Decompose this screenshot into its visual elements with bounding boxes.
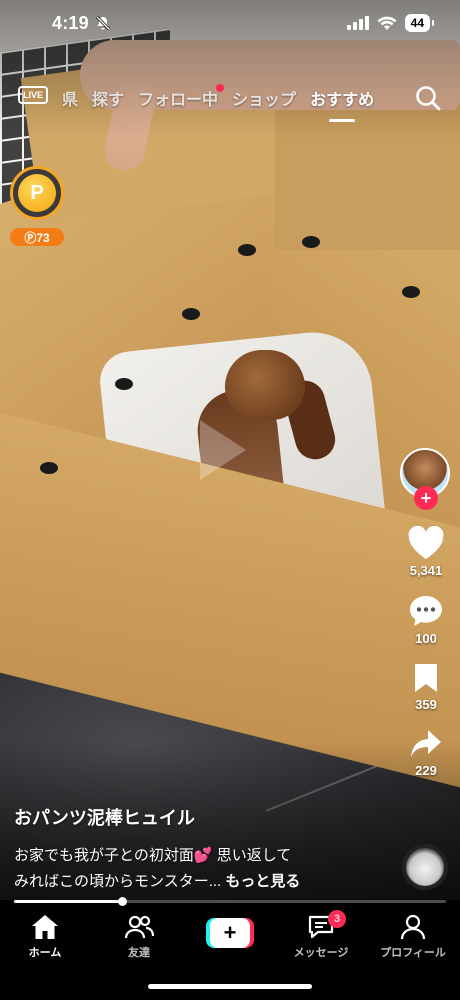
tab-friends[interactable]: 友達 xyxy=(94,914,184,960)
heart-icon xyxy=(408,526,444,559)
battery-icon: 44 xyxy=(404,14,435,32)
video-box-hole xyxy=(302,236,320,248)
tab-friends-label: 友達 xyxy=(128,947,150,959)
play-icon xyxy=(200,420,246,480)
video-puppy-head xyxy=(225,350,305,420)
coin-icon: P xyxy=(18,174,56,212)
save-count: 359 xyxy=(415,697,437,712)
share-icon xyxy=(411,730,441,757)
tab-profile-label: プロフィール xyxy=(380,947,446,959)
status-time: 4:19 xyxy=(52,12,89,33)
signal-icon xyxy=(346,16,369,30)
caption-line-2-text: みればこの頃からモンスター... xyxy=(14,873,222,890)
live-tv-icon: LIVE xyxy=(18,86,48,104)
video-box-hole xyxy=(238,244,256,256)
video-player[interactable] xyxy=(0,0,460,900)
tab-messages[interactable]: 3 メッセージ xyxy=(276,910,366,960)
status-bar: 4:19 44 xyxy=(0,0,460,46)
music-disc-icon[interactable] xyxy=(402,844,448,890)
coin-balance-badge: Ⓟ73 xyxy=(10,228,64,246)
tab-home[interactable]: ホーム xyxy=(0,914,90,960)
follow-button[interactable]: + xyxy=(414,486,438,510)
video-box-hole xyxy=(40,462,58,474)
caption-line-2[interactable]: みればこの頃からモンスター... もっと見る xyxy=(14,870,300,891)
tab-following[interactable]: フォロー中 xyxy=(138,84,225,110)
friends-icon xyxy=(124,915,154,939)
video-box-hole xyxy=(402,286,420,298)
tab-messages-label: メッセージ xyxy=(293,947,349,959)
comment-count: 100 xyxy=(415,631,437,646)
creator-avatar-group: + xyxy=(400,448,452,510)
share-action[interactable]: 229 xyxy=(409,728,443,778)
bell-slash-icon xyxy=(95,15,110,31)
live-button[interactable]: LIVE xyxy=(16,82,50,112)
video-box-hole xyxy=(115,378,133,390)
notification-dot xyxy=(216,84,225,92)
video-progress-bar[interactable] xyxy=(14,897,446,906)
video-progress-fill xyxy=(14,900,122,903)
action-rail: + 5,341 100 359 229 xyxy=(396,448,456,778)
see-more-link[interactable]: もっと見る xyxy=(225,873,300,890)
like-action[interactable]: 5,341 xyxy=(407,526,445,578)
plus-icon: + xyxy=(210,918,250,948)
bookmark-icon xyxy=(415,664,437,692)
video-caption: おパンツ泥棒ヒュイル お家でも我が子との初対面💕 思い返して xyxy=(14,804,394,865)
tab-for-you[interactable]: おすすめ xyxy=(310,86,374,122)
coin-symbol: P xyxy=(30,181,44,204)
caption-line-1: お家でも我が子との初対面💕 思い返して xyxy=(14,847,292,864)
messages-badge: 3 xyxy=(328,910,346,928)
live-label: LIVE xyxy=(22,90,43,100)
create-button[interactable]: + xyxy=(206,918,254,948)
status-icons: 44 xyxy=(346,14,435,32)
profile-icon xyxy=(400,914,426,940)
tab-following-label: フォロー中 xyxy=(138,92,219,109)
home-icon xyxy=(32,915,58,939)
coin-reward-button[interactable]: P xyxy=(10,166,64,220)
home-indicator xyxy=(148,984,312,989)
status-time-group: 4:19 xyxy=(52,13,111,34)
feed-tabs: 県 探す フォロー中 ショップ おすすめ xyxy=(62,78,374,122)
share-count: 229 xyxy=(415,763,437,778)
tab-home-label: ホーム xyxy=(28,947,62,959)
wifi-icon xyxy=(377,16,397,30)
video-box-hole xyxy=(182,308,200,320)
comment-icon xyxy=(410,596,442,626)
tab-shop[interactable]: ショップ xyxy=(232,86,296,110)
search-icon[interactable] xyxy=(414,84,442,112)
tab-region[interactable]: 県 xyxy=(62,86,78,110)
tab-explore[interactable]: 探す xyxy=(92,86,124,110)
tab-profile[interactable]: プロフィール xyxy=(368,914,458,960)
video-progress-knob[interactable] xyxy=(118,897,127,906)
like-count: 5,341 xyxy=(409,563,443,578)
save-action[interactable]: 359 xyxy=(412,662,440,712)
author-name[interactable]: おパンツ泥棒ヒュイル xyxy=(14,804,394,830)
comment-action[interactable]: 100 xyxy=(408,594,444,646)
top-nav: LIVE 県 探す フォロー中 ショップ おすすめ xyxy=(0,78,460,122)
